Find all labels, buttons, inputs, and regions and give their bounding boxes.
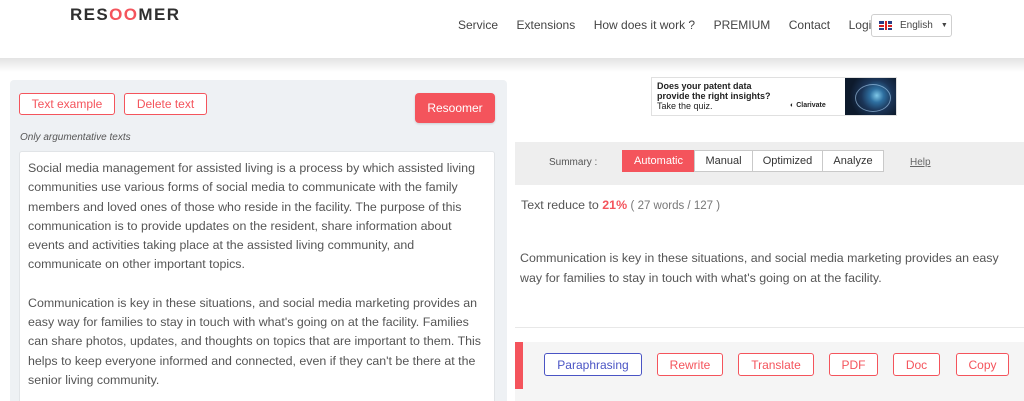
- source-paragraph: Social media management for assisted liv…: [28, 161, 475, 272]
- reduce-percent: 21%: [602, 198, 628, 212]
- copy-button[interactable]: Copy: [956, 353, 1009, 376]
- nav-service[interactable]: Service: [458, 18, 498, 32]
- source-text-area[interactable]: Social media management for assisted liv…: [19, 151, 495, 401]
- reduce-prefix: Text reduce to: [521, 198, 599, 212]
- logo-part-2: OO: [109, 5, 139, 24]
- text-example-button[interactable]: Text example: [19, 93, 115, 115]
- uk-flag-icon: [879, 21, 892, 30]
- divider: [515, 327, 1024, 328]
- header-shadow: [0, 58, 1024, 72]
- nav-contact[interactable]: Contact: [789, 18, 830, 32]
- nav-how-it-works[interactable]: How does it work ?: [594, 18, 695, 32]
- mode-automatic[interactable]: Automatic: [622, 150, 695, 172]
- summary-mode-tabs: Automatic Manual Optimized Analyze: [622, 150, 884, 172]
- nav-extensions[interactable]: Extensions: [517, 18, 576, 32]
- logo-part-3: MER: [138, 5, 181, 24]
- action-bar-accent: [515, 342, 523, 389]
- summary-result-text[interactable]: Communication is key in these situations…: [520, 249, 1015, 288]
- delete-text-button[interactable]: Delete text: [124, 93, 207, 115]
- main-nav: Service Extensions How does it work ? PR…: [458, 18, 897, 32]
- ad-brand: ◐ Clarivate: [790, 102, 826, 109]
- ad-line-3: Take the quiz.: [657, 101, 713, 111]
- pdf-button[interactable]: PDF: [829, 353, 878, 376]
- ad-line-2: provide the right insights?: [657, 91, 771, 101]
- nav-premium[interactable]: PREMIUM: [714, 18, 771, 32]
- mode-analyze[interactable]: Analyze: [822, 150, 884, 172]
- site-header: RESOOMER Service Extensions How does it …: [0, 0, 1024, 58]
- mode-optimized[interactable]: Optimized: [752, 150, 823, 172]
- only-argumentative-note: Only argumentative texts: [20, 132, 131, 143]
- mode-manual[interactable]: Manual: [694, 150, 753, 172]
- help-link[interactable]: Help: [910, 157, 931, 168]
- ad-brand-label: Clarivate: [796, 102, 826, 109]
- logo-part-1: RES: [70, 5, 110, 24]
- source-paragraph: Communication is key in these situations…: [28, 295, 481, 387]
- paraphrasing-button[interactable]: Paraphrasing: [544, 353, 642, 376]
- caret-down-icon: ▼: [940, 22, 948, 29]
- reduce-words: ( 27 words / 127 ): [630, 200, 721, 212]
- ad-image: [845, 78, 896, 115]
- ad-text: Does your patent data provide the right …: [657, 81, 771, 111]
- language-select[interactable]: English ▼: [871, 14, 952, 37]
- clarivate-logo-icon: ◐: [790, 102, 795, 109]
- doc-button[interactable]: Doc: [893, 353, 940, 376]
- reduce-info: Text reduce to 21% ( 27 words / 127 ): [521, 198, 720, 212]
- rewrite-button[interactable]: Rewrite: [657, 353, 723, 376]
- summary-label: Summary :: [549, 157, 598, 168]
- ad-banner[interactable]: Does your patent data provide the right …: [651, 77, 897, 116]
- resoomer-button[interactable]: Resoomer: [415, 93, 495, 123]
- language-label: English: [900, 20, 933, 31]
- translate-button[interactable]: Translate: [738, 353, 814, 376]
- resoomer-logo[interactable]: RESOOMER: [70, 5, 180, 25]
- ad-line-1: Does your patent data: [657, 81, 752, 91]
